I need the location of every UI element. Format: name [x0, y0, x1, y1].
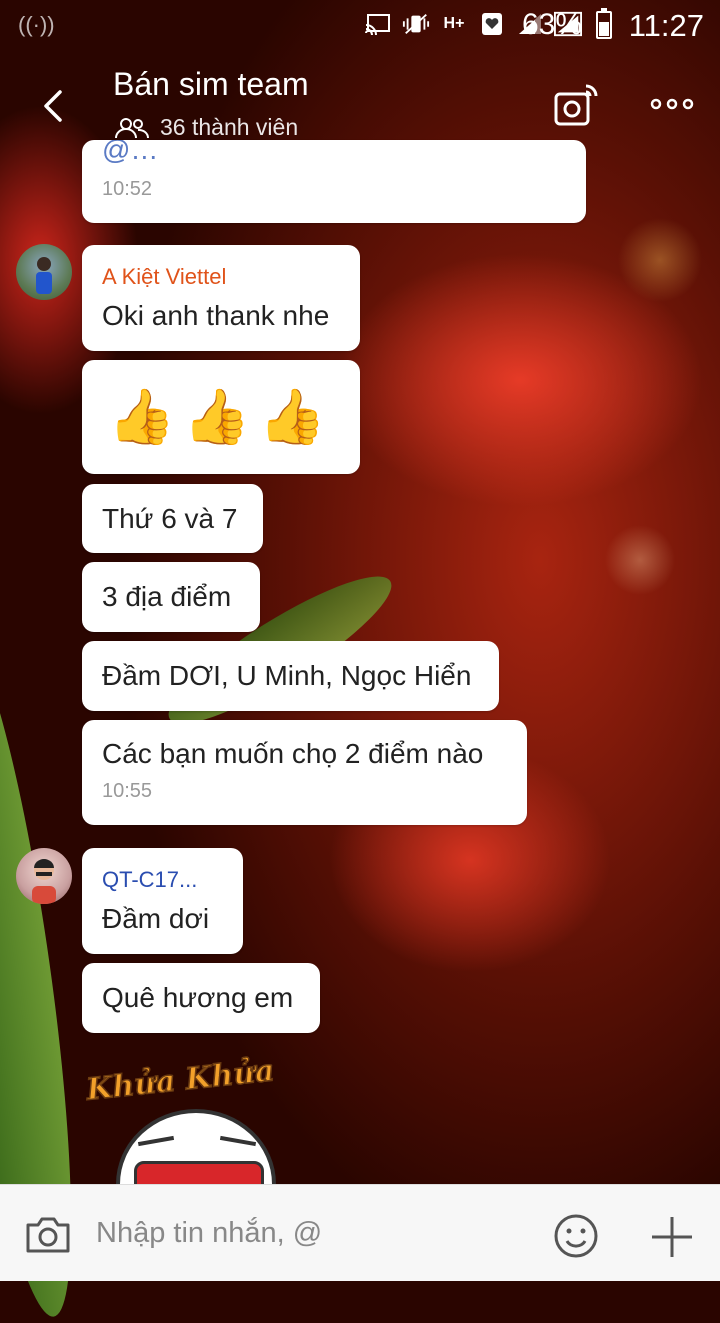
camera-icon	[26, 1217, 70, 1253]
message-text: Thứ 6 và 7	[102, 503, 238, 534]
status-bar: ((·)) H+ 63% 11:27	[0, 0, 720, 52]
vibrate-mute-icon	[402, 10, 430, 38]
message-bubble[interactable]: Quê hương em	[82, 963, 320, 1033]
message-input[interactable]	[96, 1211, 516, 1255]
more-options-button[interactable]	[650, 92, 694, 116]
avatar[interactable]	[16, 244, 72, 300]
message-text: Các bạn muốn chọ 2 điểm nào	[102, 738, 484, 769]
message-text: Đầm dơi	[102, 903, 210, 934]
battery-percent: 63%	[521, 8, 582, 41]
cast-icon	[364, 10, 392, 38]
add-attachment-button[interactable]	[650, 1215, 694, 1259]
message-text: Đầm DƠI, U Minh, Ngọc Hiển	[102, 660, 472, 691]
battery-icon	[596, 8, 612, 39]
camera-live-button[interactable]	[552, 82, 600, 130]
avatar[interactable]	[16, 848, 72, 904]
message-time: 10:55	[102, 780, 153, 802]
message-time: 10:52	[102, 178, 153, 200]
message-bubble[interactable]: Các bạn muốn chọ 2 điểm nào 10:55	[82, 720, 527, 825]
wifi-hotspot-icon: ((·))	[18, 12, 55, 37]
message-bubble[interactable]: QT-C17... Đầm dơi	[82, 848, 243, 954]
camera-button[interactable]	[24, 1215, 72, 1255]
message-text: Quê hương em	[102, 982, 294, 1013]
more-horizontal-icon	[650, 98, 694, 110]
plus-icon	[652, 1217, 692, 1257]
message-bubble[interactable]: A Kiệt Viettel Oki anh thank nhe	[82, 245, 360, 351]
message-bubble[interactable]: @… 10:52	[82, 140, 586, 223]
emoji-button[interactable]	[553, 1213, 599, 1259]
message-bubble[interactable]: 3 địa điểm	[82, 562, 260, 632]
laughing-face-icon	[116, 1109, 276, 1185]
sticker-caption: Khửa Khửa	[84, 1055, 277, 1109]
chat-title[interactable]: Bán sim team	[113, 66, 309, 103]
group-icon	[115, 117, 150, 138]
message-bubble[interactable]: Thứ 6 và 7	[82, 484, 263, 553]
message-text: Oki anh thank nhe	[102, 300, 330, 331]
member-count[interactable]: 36 thành viên	[114, 114, 298, 141]
sender-name[interactable]: QT-C17...	[102, 867, 223, 893]
network-type-icon: H+	[443, 15, 465, 32]
chevron-left-icon	[44, 90, 62, 122]
message-input-bar	[0, 1184, 720, 1281]
camera-live-icon	[554, 84, 598, 126]
message-text: @…	[102, 140, 159, 165]
heart-box-icon	[478, 10, 506, 38]
sender-name[interactable]: A Kiệt Viettel	[102, 264, 340, 290]
smiley-icon	[554, 1214, 598, 1258]
thumbs-up-icon: 👍👍👍	[108, 387, 334, 447]
laughing-sticker[interactable]: Khửa Khửa	[82, 1055, 302, 1185]
member-count-label: 36 thành viên	[160, 114, 299, 140]
message-bubble[interactable]: Đầm DƠI, U Minh, Ngọc Hiển	[82, 641, 499, 711]
back-button[interactable]	[30, 82, 78, 130]
sticker-bubble[interactable]: 👍👍👍	[82, 360, 360, 474]
message-text: 3 địa điểm	[102, 581, 232, 612]
clock: 11:27	[628, 8, 704, 43]
